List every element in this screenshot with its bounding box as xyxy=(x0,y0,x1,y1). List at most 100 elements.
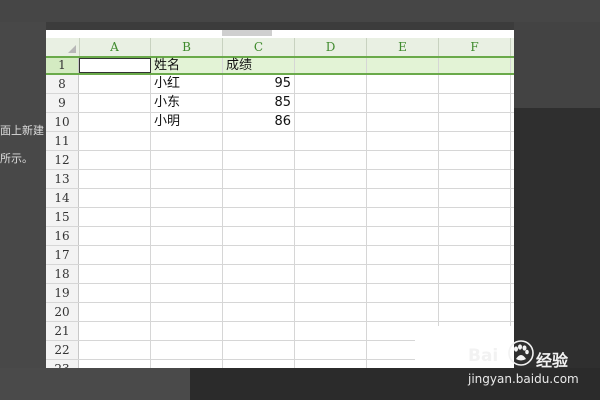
cell[interactable] xyxy=(79,303,151,321)
cell[interactable] xyxy=(367,151,439,169)
cell[interactable] xyxy=(223,132,295,150)
cell[interactable] xyxy=(151,341,223,359)
cell[interactable] xyxy=(151,227,223,245)
cell[interactable] xyxy=(295,113,367,131)
select-all-button[interactable] xyxy=(46,38,80,56)
cell[interactable] xyxy=(367,227,439,245)
cell[interactable] xyxy=(151,265,223,283)
cell[interactable] xyxy=(79,208,151,226)
cell[interactable] xyxy=(223,170,295,188)
cell[interactable] xyxy=(295,132,367,150)
cell[interactable] xyxy=(295,284,367,302)
cell[interactable] xyxy=(439,75,511,93)
cell[interactable] xyxy=(439,208,511,226)
cell[interactable] xyxy=(79,75,151,93)
cell[interactable] xyxy=(439,151,511,169)
cell[interactable] xyxy=(223,227,295,245)
cell[interactable] xyxy=(151,170,223,188)
cell[interactable] xyxy=(151,303,223,321)
cell[interactable] xyxy=(223,151,295,169)
cell[interactable]: 小明 xyxy=(151,113,223,131)
row-header[interactable]: 18 xyxy=(46,265,79,283)
cell[interactable]: 86 xyxy=(223,113,295,131)
cell[interactable] xyxy=(223,322,295,340)
row-header[interactable]: 12 xyxy=(46,151,79,169)
row-header[interactable]: 15 xyxy=(46,208,79,226)
cell[interactable] xyxy=(295,170,367,188)
cell[interactable] xyxy=(79,170,151,188)
cell[interactable] xyxy=(223,189,295,207)
cell[interactable] xyxy=(295,265,367,283)
row-header[interactable]: 22 xyxy=(46,341,79,359)
cell[interactable]: 95 xyxy=(223,75,295,93)
cell[interactable] xyxy=(79,94,151,112)
row-header[interactable]: 13 xyxy=(46,170,79,188)
row-header[interactable]: 16 xyxy=(46,227,79,245)
cell[interactable] xyxy=(151,246,223,264)
row-header[interactable]: 21 xyxy=(46,322,79,340)
cell[interactable] xyxy=(79,189,151,207)
cell[interactable] xyxy=(151,322,223,340)
row-header[interactable]: 17 xyxy=(46,246,79,264)
cell[interactable] xyxy=(439,246,511,264)
cell[interactable] xyxy=(367,303,439,321)
cell[interactable] xyxy=(295,303,367,321)
cell[interactable] xyxy=(367,170,439,188)
cell[interactable] xyxy=(79,246,151,264)
cell[interactable] xyxy=(223,246,295,264)
cell[interactable] xyxy=(79,284,151,302)
cell[interactable] xyxy=(295,341,367,359)
cell[interactable] xyxy=(295,75,367,93)
cell[interactable]: 姓名 xyxy=(151,58,223,73)
cell[interactable] xyxy=(223,265,295,283)
cell[interactable] xyxy=(439,58,511,73)
cell[interactable] xyxy=(295,360,367,368)
cell[interactable] xyxy=(439,94,511,112)
row-header[interactable]: 14 xyxy=(46,189,79,207)
cell[interactable] xyxy=(223,208,295,226)
cell[interactable] xyxy=(223,360,295,368)
cell[interactable] xyxy=(367,58,439,73)
cell[interactable] xyxy=(79,227,151,245)
cell[interactable] xyxy=(367,189,439,207)
cell[interactable] xyxy=(439,265,511,283)
row-header[interactable]: 11 xyxy=(46,132,79,150)
cell[interactable] xyxy=(151,132,223,150)
cell[interactable] xyxy=(223,341,295,359)
row-header[interactable]: 8 xyxy=(46,75,79,93)
cell[interactable] xyxy=(367,75,439,93)
cell[interactable] xyxy=(295,151,367,169)
cell[interactable] xyxy=(439,284,511,302)
cell[interactable]: 85 xyxy=(223,94,295,112)
cell[interactable] xyxy=(151,151,223,169)
cell[interactable] xyxy=(79,322,151,340)
cell[interactable] xyxy=(439,189,511,207)
cell[interactable] xyxy=(439,113,511,131)
cell[interactable] xyxy=(367,113,439,131)
cell[interactable]: 小红 xyxy=(151,75,223,93)
cell[interactable] xyxy=(295,246,367,264)
cell[interactable] xyxy=(79,360,151,368)
cell[interactable] xyxy=(151,360,223,368)
cell[interactable]: 成绩 xyxy=(223,58,295,73)
cell[interactable] xyxy=(367,208,439,226)
cell[interactable] xyxy=(295,58,367,73)
column-header-c[interactable]: C xyxy=(223,38,295,56)
cell[interactable] xyxy=(367,246,439,264)
cell[interactable] xyxy=(79,113,151,131)
cell[interactable] xyxy=(439,227,511,245)
cell[interactable] xyxy=(79,151,151,169)
cell[interactable]: 小东 xyxy=(151,94,223,112)
column-header-a[interactable]: A xyxy=(79,38,151,56)
cell[interactable] xyxy=(295,322,367,340)
cell[interactable] xyxy=(151,284,223,302)
cell[interactable] xyxy=(439,303,511,321)
cell[interactable] xyxy=(439,170,511,188)
cell[interactable] xyxy=(295,227,367,245)
cell[interactable] xyxy=(439,132,511,150)
cell[interactable] xyxy=(151,208,223,226)
column-header-d[interactable]: D xyxy=(295,38,367,56)
column-header-b[interactable]: B xyxy=(151,38,223,56)
cell[interactable] xyxy=(295,189,367,207)
cell[interactable] xyxy=(79,341,151,359)
